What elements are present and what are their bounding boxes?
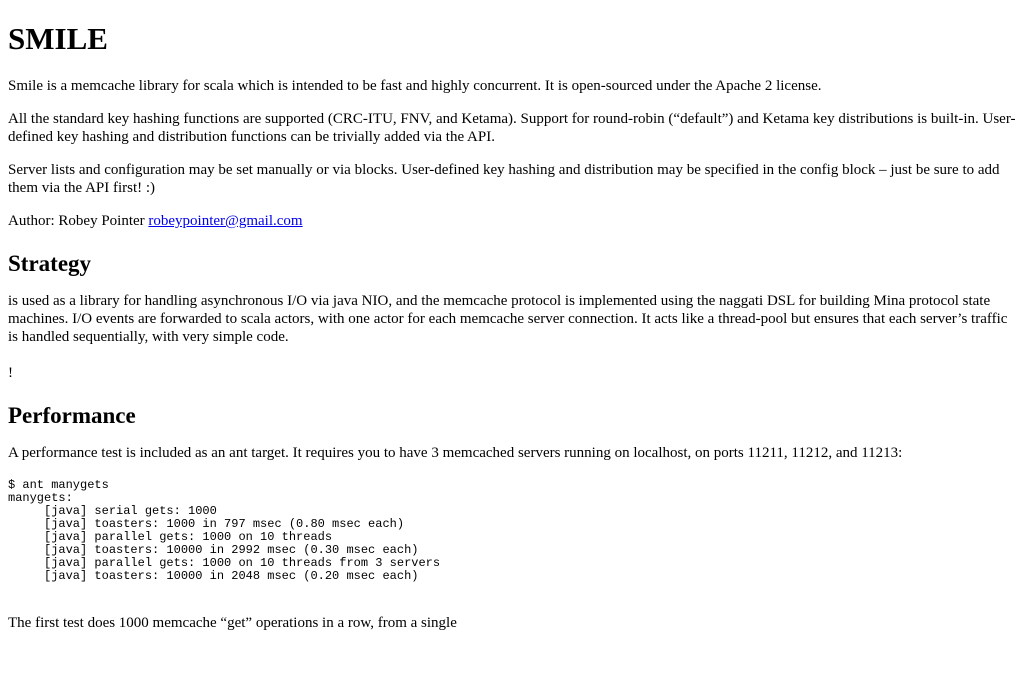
page-title: SMILE (8, 21, 108, 56)
strategy-paragraph: is used as a library for handling asynch… (8, 293, 1008, 345)
author-email-link[interactable]: robeypointer@gmail.com (148, 213, 302, 229)
author-label: Author: Robey Pointer (8, 213, 149, 229)
strategy-heading: Strategy (8, 251, 92, 276)
document-page: SMILE Smile is a memcache library for sc… (0, 21, 1024, 632)
performance-heading: Performance (8, 403, 136, 428)
performance-paragraph: A performance test is included as an ant… (8, 445, 903, 461)
config-paragraph: Server lists and configuration may be se… (8, 162, 1000, 196)
strategy-bang: ! (8, 365, 13, 381)
author-line: Author: Robey Pointer robeypointer@gmail… (8, 212, 1016, 230)
performance-followup-paragraph: The first test does 1000 memcache “get” … (8, 615, 457, 631)
hashing-paragraph: All the standard key hashing functions a… (8, 111, 1016, 145)
performance-code-block: $ ant manygets manygets: [java] serial g… (8, 478, 441, 583)
intro-paragraph: Smile is a memcache library for scala wh… (8, 78, 822, 94)
